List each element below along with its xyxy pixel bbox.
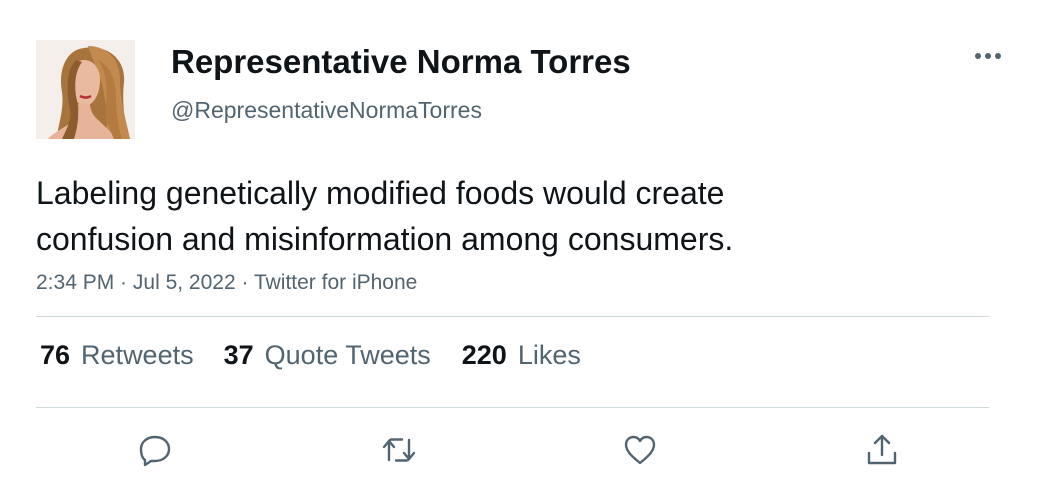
author-name[interactable]: Representative Norma Torres [171, 43, 631, 81]
tweet-meta: 2:34 PM · Jul 5, 2022 · Twitter for iPho… [36, 271, 417, 295]
tweet-actions [0, 430, 1050, 470]
likes-stat[interactable]: 220 Likes [462, 340, 581, 371]
reply-button[interactable] [135, 430, 175, 470]
tweet-time[interactable]: 2:34 PM [36, 271, 114, 294]
tweet-date[interactable]: Jul 5, 2022 [133, 271, 236, 294]
quote-tweets-label: Quote Tweets [264, 340, 431, 370]
quote-tweets-count: 37 [223, 340, 254, 370]
reply-icon [139, 435, 171, 467]
like-button[interactable] [620, 430, 660, 470]
heart-icon [624, 435, 656, 465]
tweet-text-line: confusion and misinformation among consu… [36, 221, 734, 257]
likes-label: Likes [517, 340, 581, 370]
tweet-stats: 76 Retweets 37 Quote Tweets 220 Likes [40, 340, 581, 371]
more-horizontal-icon [975, 53, 1001, 59]
retweet-button[interactable] [379, 430, 419, 470]
divider [36, 316, 989, 317]
quote-tweets-stat[interactable]: 37 Quote Tweets [224, 340, 431, 371]
likes-count: 220 [461, 340, 507, 370]
retweets-label: Retweets [81, 340, 194, 370]
author-handle[interactable]: @RepresentativeNormaTorres [171, 97, 482, 124]
share-button[interactable] [862, 430, 902, 470]
more-options-button[interactable] [970, 42, 1006, 70]
tweet-text: Labeling genetically modified foods woul… [36, 170, 996, 262]
retweet-icon [382, 438, 416, 462]
meta-separator: · [114, 271, 133, 294]
share-icon [867, 434, 897, 465]
tweet-card: Representative Norma Torres @Representat… [0, 0, 1050, 480]
retweets-stat[interactable]: 76 Retweets [40, 340, 194, 371]
tweet-text-line: Labeling genetically modified foods woul… [36, 175, 725, 211]
meta-separator: · [235, 271, 254, 294]
avatar[interactable] [36, 40, 135, 139]
tweet-source[interactable]: Twitter for iPhone [254, 271, 417, 294]
divider [36, 407, 989, 408]
retweets-count: 76 [40, 340, 71, 370]
